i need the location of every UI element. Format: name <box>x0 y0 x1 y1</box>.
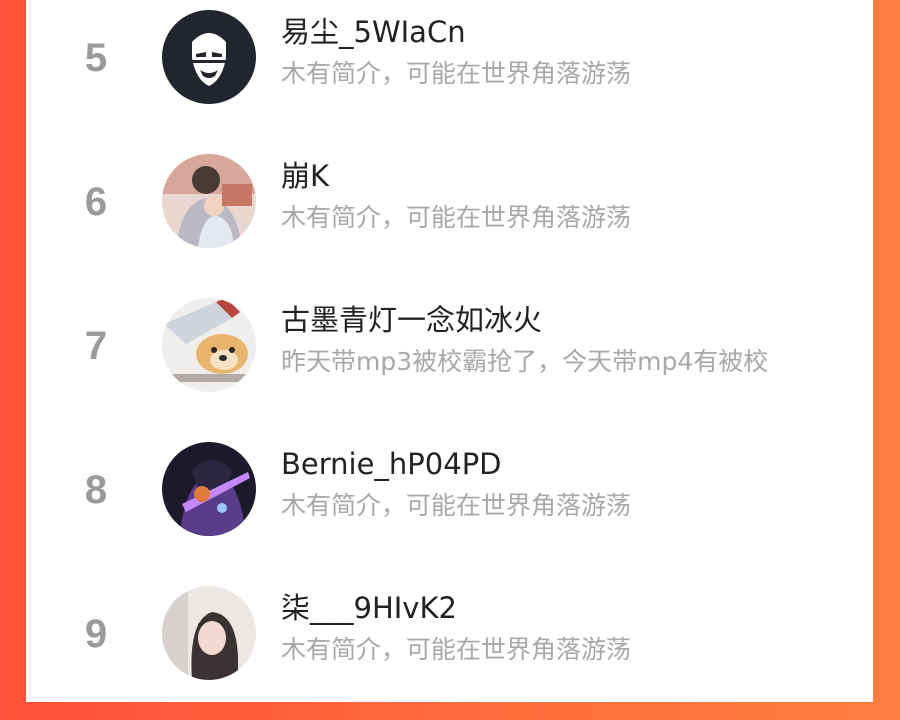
game-character-avatar-icon[interactable] <box>162 442 256 536</box>
rank-number: 8 <box>84 468 108 512</box>
rank-number: 6 <box>84 180 108 224</box>
photo-avatar-icon[interactable] <box>162 154 256 248</box>
user-bio: 昨天带mp3被校霸抢了，今天带mp4有被校 <box>281 348 769 376</box>
list-item[interactable]: 7 古墨青灯一念如冰火 昨天带mp3被校霸抢了，今天带mp4有被校 <box>26 288 873 432</box>
user-bio: 木有简介，可能在世界角落游荡 <box>281 492 632 520</box>
user-name[interactable]: 易尘_5WIaCn <box>281 18 466 47</box>
dog-meme-avatar-icon[interactable] <box>162 298 256 392</box>
user-name[interactable]: Bernie_hP04PD <box>281 450 502 479</box>
list-item[interactable]: 6 崩K 木有简介，可能在世界角落游荡 <box>26 144 873 288</box>
rank-number: 7 <box>84 324 108 368</box>
user-bio: 木有简介，可能在世界角落游荡 <box>281 204 632 232</box>
rank-number: 9 <box>84 612 108 656</box>
list-item[interactable]: 5 易尘_5WIaCn 木有简介，可能在世界角落游荡 <box>26 0 873 144</box>
user-name[interactable]: 柒___9HIvK2 <box>281 594 457 623</box>
list-item[interactable]: 8 Bernie_hP04PD 木有简介，可能在世界角落游荡 <box>26 432 873 576</box>
masked-face-avatar-icon[interactable] <box>162 10 256 104</box>
user-name[interactable]: 崩K <box>281 162 329 191</box>
list-item[interactable]: 9 柒___9HIvK2 木有简介，可能在世界角落游荡 <box>26 576 873 720</box>
user-bio: 木有简介，可能在世界角落游荡 <box>281 60 632 88</box>
rank-number: 5 <box>84 36 108 80</box>
user-bio: 木有简介，可能在世界角落游荡 <box>281 636 632 664</box>
photo-avatar-icon[interactable] <box>162 586 256 680</box>
ranking-list-card: 5 易尘_5WIaCn 木有简介，可能在世界角落游荡 6 崩K 木有简介，可能在… <box>26 0 873 702</box>
user-name[interactable]: 古墨青灯一念如冰火 <box>281 306 542 335</box>
